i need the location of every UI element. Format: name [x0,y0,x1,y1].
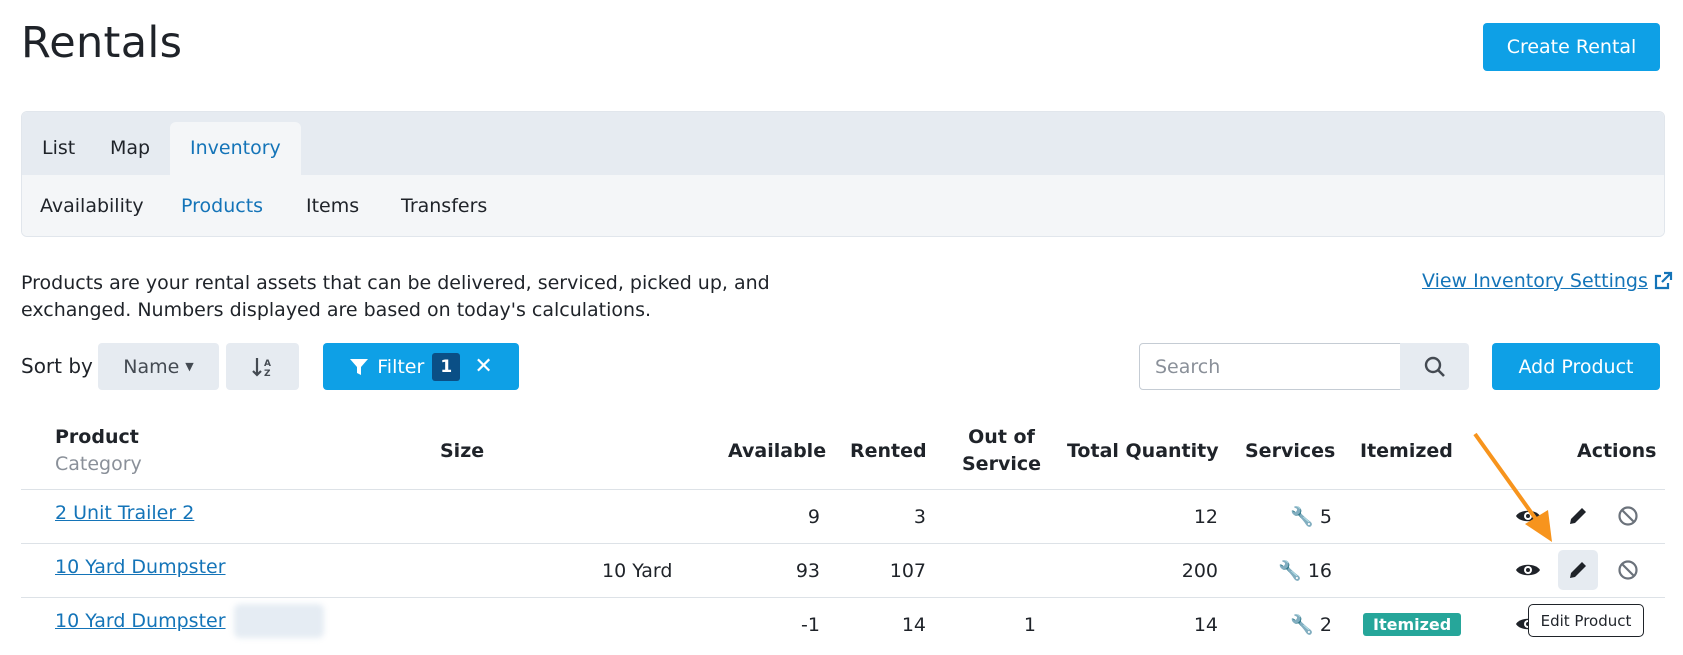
filter-count-badge: 1 [432,352,461,381]
column-header-out-of-service[interactable]: Out of Service [962,424,1041,478]
column-header-services[interactable]: Services [1245,438,1335,465]
redacted-text [234,604,324,638]
product-link[interactable]: 10 Yard Dumpster [55,608,226,635]
edit-product-button[interactable] [1558,550,1598,590]
row-divider [21,597,1665,598]
tab-map[interactable]: Map [90,122,170,175]
external-link-icon [1654,271,1672,290]
total-quantity-cell: 14 [1193,614,1218,636]
itemized-cell: Itemized [1363,611,1462,638]
category-header-label: Category [55,453,142,475]
ban-icon [1618,506,1638,526]
product-header-label: Product [55,426,139,448]
services-count: 5 [1319,506,1332,528]
services-cell: 🔧 16 [1220,558,1332,585]
filter-label: Filter [377,355,425,378]
services-cell: 🔧 2 [1220,612,1332,639]
wrench-icon: 🔧 [1290,506,1314,528]
svg-text:A: A [264,359,271,369]
main-tabs: List Map Inventory [22,112,1664,175]
column-header-itemized[interactable]: Itemized [1360,438,1453,465]
sort-label: Sort by [21,354,93,378]
subtab-availability[interactable]: Availability [22,175,162,236]
size-cell: 10 Yard [602,560,673,582]
sort-select[interactable]: Name ▼ [98,343,219,390]
total-quantity-cell: 12 [1193,506,1218,528]
view-inventory-settings-link[interactable]: View Inventory Settings [1422,270,1673,292]
disable-product-button[interactable] [1608,550,1648,590]
header-divider [21,489,1665,490]
product-link[interactable]: 10 Yard Dumpster [55,554,226,581]
disable-product-button[interactable] [1608,496,1648,536]
view-product-button[interactable] [1508,550,1548,590]
total-quantity-cell: 200 [1181,560,1218,582]
out-of-service-line-1: Out of [968,426,1035,448]
annotation-arrow [1473,432,1552,542]
filter-button[interactable]: Filter 1 ✕ [323,343,519,390]
services-count: 16 [1307,560,1332,582]
rented-cell: 107 [889,560,926,582]
product-link[interactable]: 2 Unit Trailer 2 [55,500,194,527]
itemized-badge: Itemized [1363,613,1462,636]
page-title: Rentals [21,18,183,68]
tabs-panel: List Map Inventory Availability Products… [21,111,1665,237]
search-icon [1424,356,1445,377]
sort-direction-button[interactable]: A Z [226,343,299,390]
search-input[interactable] [1139,343,1401,390]
column-header-available[interactable]: Available [728,438,826,465]
settings-link-label: View Inventory Settings [1422,270,1648,292]
create-rental-button[interactable]: Create Rental [1483,23,1660,71]
filter-icon [350,358,369,375]
column-header-total-quantity[interactable]: Total Quantity [1067,438,1219,465]
svg-text:Z: Z [264,369,271,378]
row-divider [21,543,1665,544]
add-product-button[interactable]: Add Product [1492,343,1660,390]
wrench-icon: 🔧 [1290,614,1314,636]
rented-cell: 3 [913,506,926,528]
column-header-size[interactable]: Size [440,438,484,465]
subtab-items[interactable]: Items [288,175,377,236]
rented-cell: 14 [901,614,926,636]
pencil-icon [1570,508,1586,524]
tab-inventory[interactable]: Inventory [170,122,301,175]
wrench-icon: 🔧 [1278,560,1302,582]
column-header-product[interactable]: Product Category [55,424,142,478]
subtab-products[interactable]: Products [163,175,281,236]
sub-tabs: Availability Products Items Transfers [22,175,1664,236]
description-text: Products are your rental assets that can… [21,272,770,321]
clear-filter-icon[interactable]: ✕ [474,354,492,379]
eye-icon [1516,564,1540,576]
services-count: 2 [1319,614,1332,636]
column-header-actions: Actions [1577,440,1657,462]
column-header-rented[interactable]: Rented [850,438,927,465]
out-of-service-line-2: Service [962,453,1041,475]
search-button[interactable] [1400,343,1469,390]
pencil-icon [1570,562,1586,578]
edit-product-tooltip: Edit Product [1528,604,1644,637]
ban-icon [1618,560,1638,580]
caret-down-icon: ▼ [185,360,194,373]
services-cell: 🔧 5 [1220,504,1332,531]
sort-select-value: Name [123,355,180,378]
sort-alpha-icon: A Z [251,357,271,378]
tab-list[interactable]: List [22,122,95,175]
subtab-transfers[interactable]: Transfers [383,175,505,236]
